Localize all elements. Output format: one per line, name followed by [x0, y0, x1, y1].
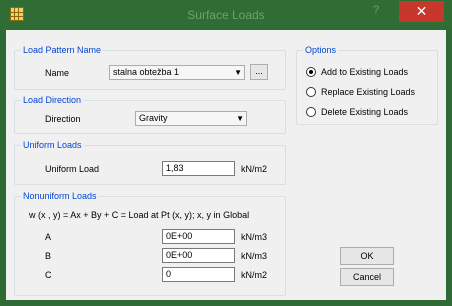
formula-text: w (x , y) = Ax + By + C = Load at Pt (x,… [29, 210, 250, 220]
close-button[interactable]: ✕ [399, 1, 444, 22]
radio-replace-existing[interactable] [306, 87, 316, 97]
nonuniform-loads-group: Nonuniform Loads w (x , y) = Ax + By + C… [14, 191, 286, 296]
load-direction-group: Load Direction Direction Gravity ▼ [14, 95, 286, 134]
uniform-load-unit: kN/m2 [241, 164, 268, 174]
load-direction-legend: Load Direction [21, 95, 84, 105]
direction-select[interactable]: Gravity ▼ [135, 111, 247, 126]
direction-label: Direction [45, 114, 81, 124]
radio-replace-label[interactable]: Replace Existing Loads [321, 87, 415, 97]
uniform-load-input[interactable]: 1,83 [162, 161, 235, 176]
uniform-loads-group: Uniform Loads Uniform Load 1,83 kN/m2 [14, 140, 286, 185]
coef-b-input[interactable]: 0E+00 [162, 248, 235, 263]
chevron-down-icon: ▼ [236, 114, 244, 123]
coef-a-input[interactable]: 0E+00 [162, 229, 235, 244]
options-group: Options Add to Existing Loads Replace Ex… [296, 45, 438, 125]
uniform-load-label: Uniform Load [45, 164, 100, 174]
load-pattern-more-button[interactable]: ... [250, 64, 268, 80]
uniform-loads-legend: Uniform Loads [21, 140, 84, 150]
coef-c-input[interactable]: 0 [162, 267, 235, 282]
chevron-down-icon: ▼ [234, 68, 242, 77]
load-pattern-group: Load Pattern Name Name stalna obtežba 1 … [14, 45, 286, 90]
name-label: Name [45, 68, 70, 78]
coef-c-label: C [45, 270, 52, 280]
options-legend: Options [303, 45, 339, 55]
dialog-client: Load Pattern Name Name stalna obtežba 1 … [6, 30, 446, 300]
load-pattern-value: stalna obtežba 1 [113, 67, 180, 77]
coef-a-label: A [45, 232, 52, 242]
coef-b-unit: kN/m3 [241, 251, 268, 261]
load-pattern-legend: Load Pattern Name [21, 45, 104, 55]
ok-button[interactable]: OK [340, 247, 394, 265]
radio-delete-label[interactable]: Delete Existing Loads [321, 107, 408, 117]
coef-c-unit: kN/m2 [241, 270, 268, 280]
radio-delete-existing[interactable] [306, 107, 316, 117]
help-button[interactable]: ? [373, 4, 379, 16]
title-bar[interactable]: Surface Loads ? ✕ [0, 0, 452, 30]
window-title: Surface Loads [187, 8, 265, 22]
coef-b-label: B [45, 251, 52, 261]
direction-value: Gravity [139, 113, 168, 123]
load-pattern-select[interactable]: stalna obtežba 1 ▼ [109, 65, 245, 80]
radio-add-to-existing[interactable] [306, 67, 316, 77]
coef-a-unit: kN/m3 [241, 232, 268, 242]
radio-add-label[interactable]: Add to Existing Loads [321, 67, 408, 77]
cancel-button[interactable]: Cancel [340, 268, 394, 286]
nonuniform-loads-legend: Nonuniform Loads [21, 191, 99, 201]
